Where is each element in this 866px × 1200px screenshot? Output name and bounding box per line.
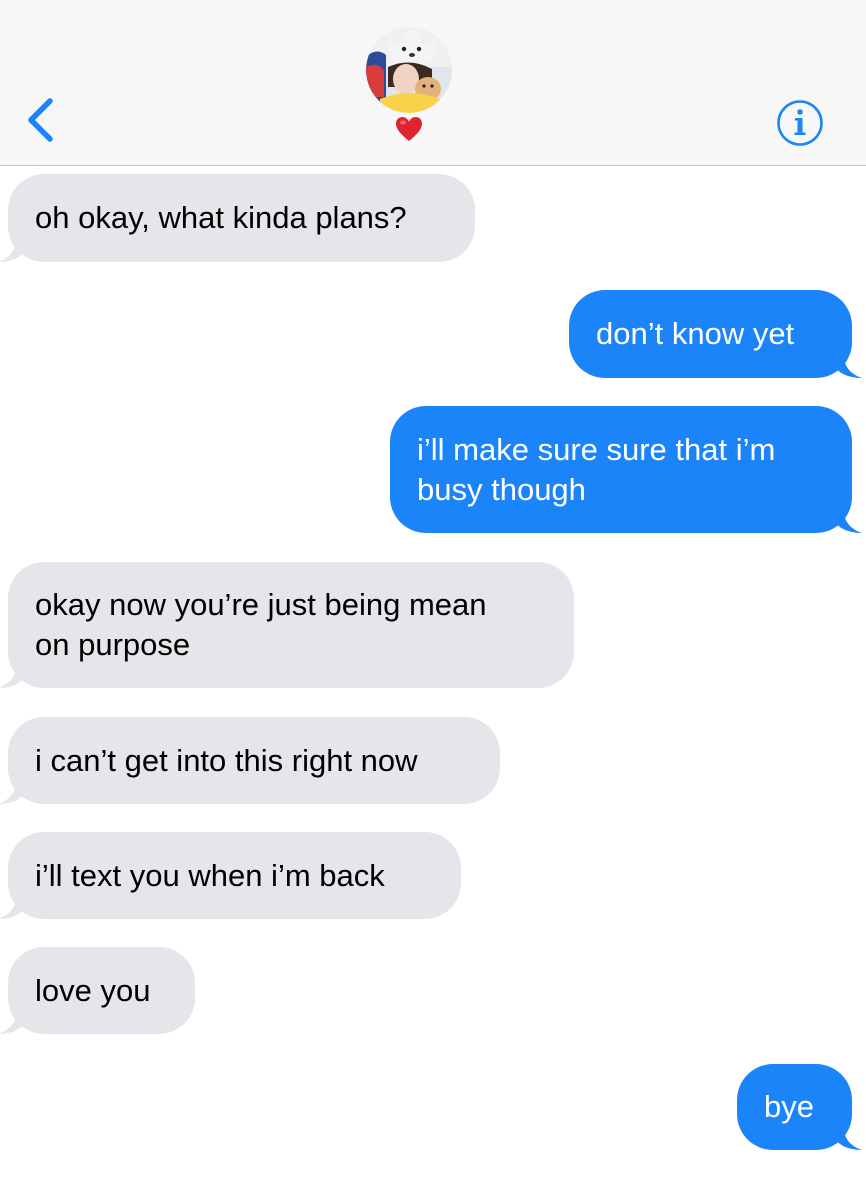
info-button[interactable] [776, 99, 824, 147]
message-text: oh okay, what kinda plans? [35, 200, 407, 235]
avatar-image [366, 27, 452, 113]
bubble-tail [836, 511, 862, 533]
message-text: bye [764, 1089, 814, 1124]
message-bubble-sent[interactable]: i’ll make sure sure that i’m busy though [390, 406, 862, 533]
message-text: love you [35, 972, 151, 1008]
message-text: i’ll text you when i’m back [35, 857, 385, 893]
bubble-tail [836, 1128, 862, 1150]
message-bubble-received[interactable]: okay now you’re just being mean on purpo… [0, 562, 574, 688]
message-bubble-received[interactable]: love you [0, 947, 195, 1034]
bubble-tail [836, 356, 862, 378]
contact-avatar[interactable] [366, 27, 452, 113]
bubble-tail [0, 897, 24, 919]
message-text: i’ll make sure sure that i’m busy though [417, 431, 776, 507]
message-bubble-sent[interactable]: don’t know yet [569, 290, 862, 378]
message-bubble-received[interactable]: i’ll text you when i’m back [0, 832, 461, 919]
bubble-tail [0, 1012, 24, 1034]
conversation-header [0, 0, 866, 166]
heart-emoji [394, 114, 424, 144]
message-bubble-sent[interactable]: bye [737, 1064, 862, 1150]
message-bubble-received[interactable]: oh okay, what kinda plans? [0, 174, 475, 262]
message-bubble-received[interactable]: i can’t get into this right now [0, 717, 500, 804]
bubble-tail [0, 666, 24, 688]
heart-icon [396, 117, 422, 141]
message-text: don’t know yet [596, 316, 795, 351]
info-icon [777, 100, 823, 146]
message-thread[interactable]: oh okay, what kinda plans? don’t know ye… [0, 166, 866, 1200]
bubble-tail [0, 782, 24, 804]
back-button[interactable] [22, 96, 62, 146]
chevron-left-icon [28, 98, 53, 142]
message-text: i can’t get into this right now [35, 742, 418, 778]
bubble-tail [0, 240, 24, 262]
message-text: okay now you’re just being mean on purpo… [35, 587, 487, 662]
